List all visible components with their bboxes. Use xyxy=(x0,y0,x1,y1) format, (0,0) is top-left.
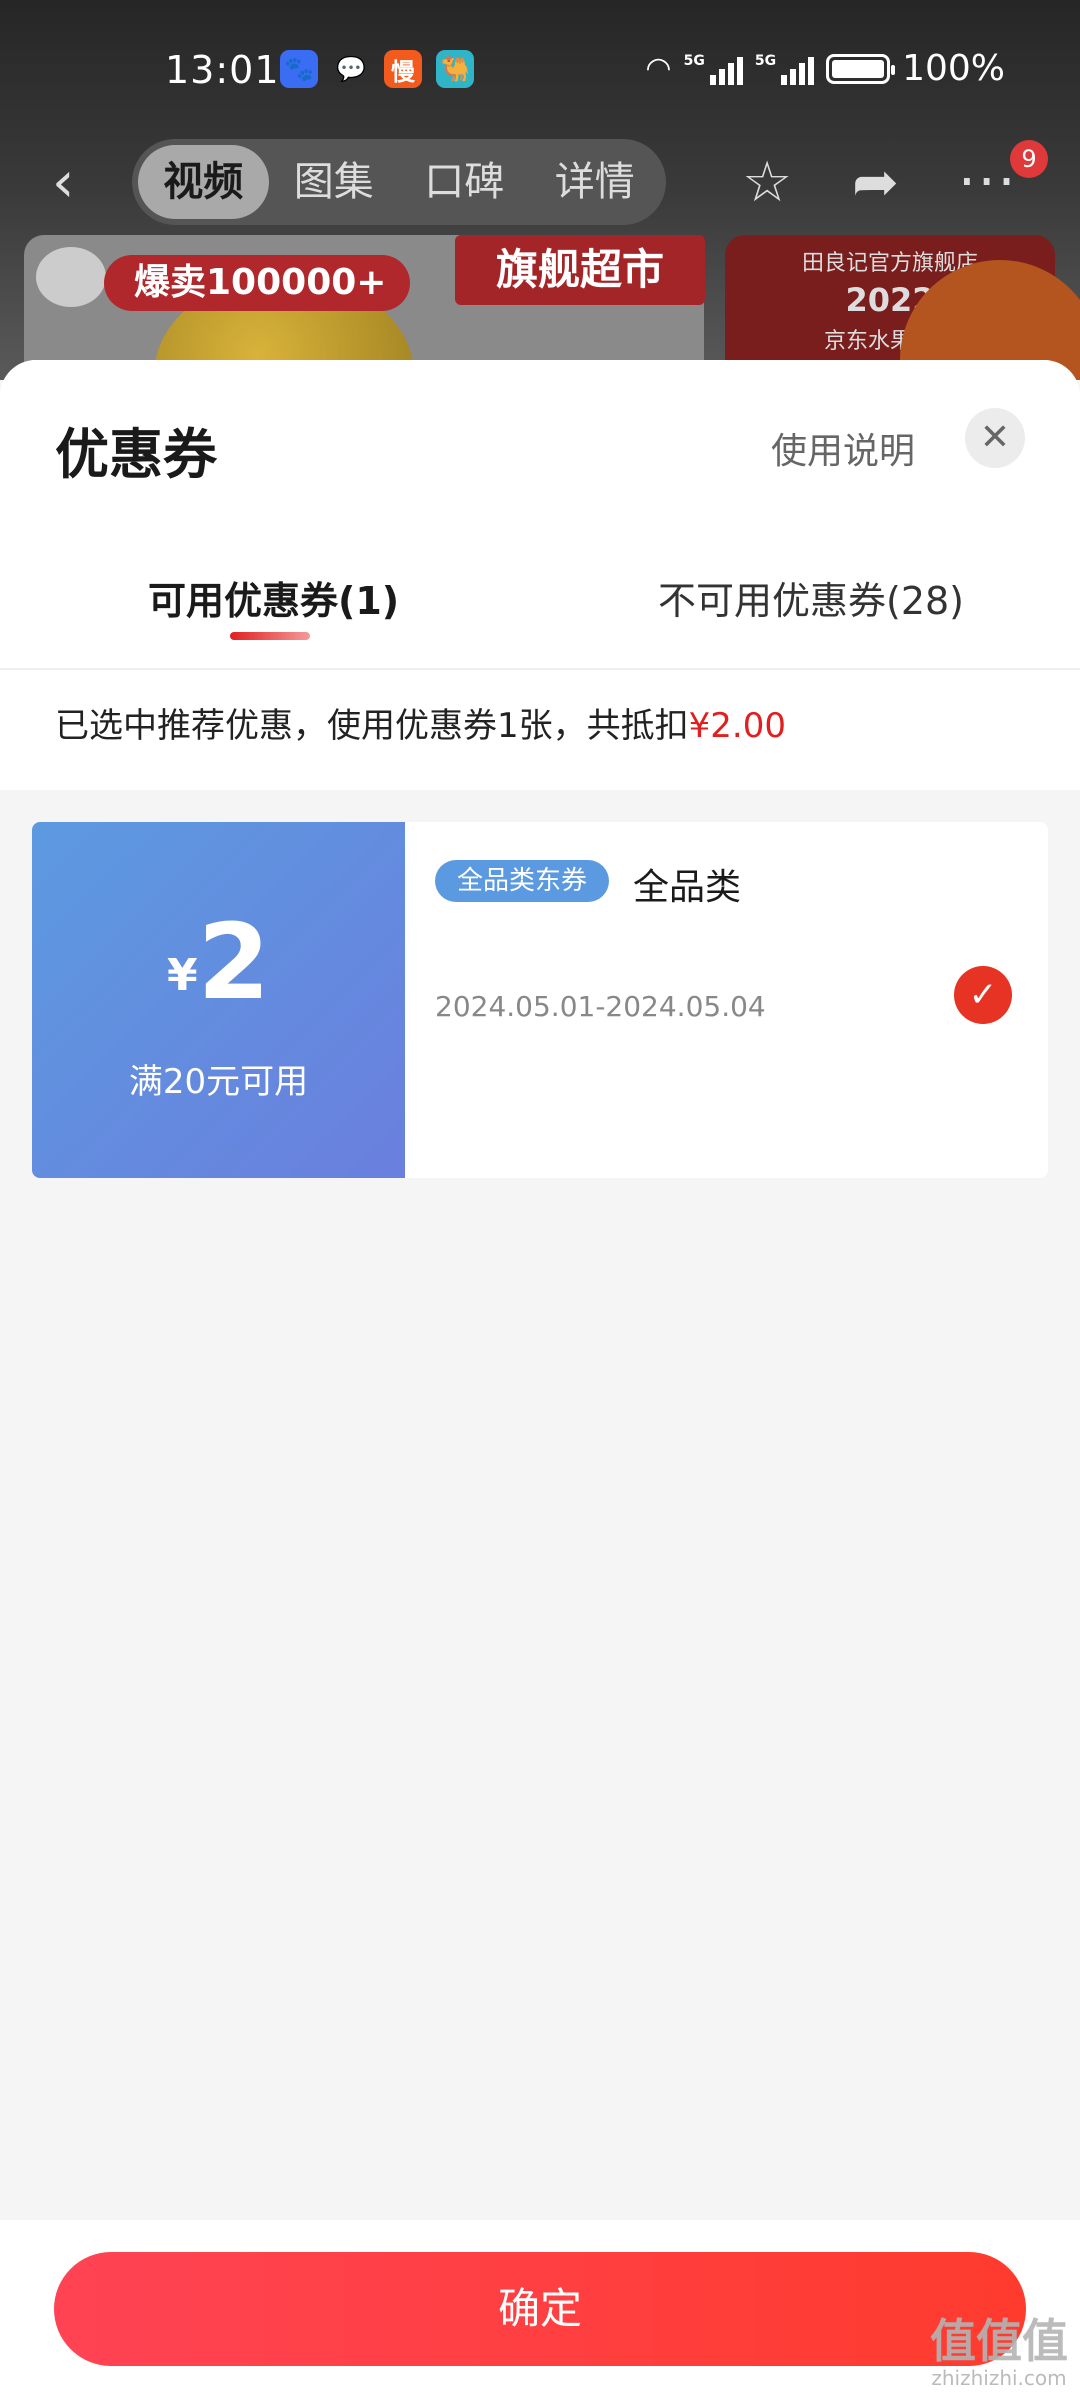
usage-instructions-link[interactable]: 使用说明 xyxy=(771,422,915,474)
coupon-value-panel: ¥2 满20元可用 xyxy=(32,822,405,1178)
status-time: 13:01 xyxy=(165,48,280,92)
selection-summary: 已选中推荐优惠，使用优惠券1张，共抵扣¥2.00 xyxy=(0,670,1080,790)
confirm-button[interactable]: 确定 xyxy=(54,2252,1026,2366)
app-camel-icon: 🐫 xyxy=(436,50,474,88)
signal-2-icon: 5G xyxy=(755,53,815,85)
star-favorite-icon[interactable]: ☆ xyxy=(742,153,792,213)
close-icon[interactable]: ✕ xyxy=(965,408,1025,468)
battery-icon xyxy=(826,53,896,84)
selected-check-icon[interactable]: ✓ xyxy=(954,966,1012,1024)
tab-reviews[interactable]: 口碑 xyxy=(399,145,530,219)
tab-details[interactable]: 详情 xyxy=(530,145,661,219)
sold-count-tag: 爆卖100000+ xyxy=(104,255,411,311)
tab-video[interactable]: 视频 xyxy=(138,145,269,219)
coupon-info-panel: 全品类东券 全品类 2024.05.01-2024.05.04 ✓ xyxy=(405,822,1048,1178)
jd-dog-logo xyxy=(36,247,106,307)
media-tabs: 视频 图集 口碑 详情 xyxy=(132,139,666,225)
wifi-icon: ◠ xyxy=(645,51,672,86)
coupon-amount-row: ¥2 xyxy=(32,910,405,1014)
status-bar: 13:01 🐾 💬 慢 🐫 ◠ 5G 5G 100% xyxy=(0,40,1080,100)
watermark-logo: 值值值 xyxy=(930,2314,1068,2368)
coupon-currency: ¥ xyxy=(167,950,198,1001)
sheet-footer: 确定 值值值 zhizhizhi.com xyxy=(0,2220,1080,2400)
status-app-icons: 🐾 💬 慢 🐫 xyxy=(280,50,474,88)
coupon-amount: 2 xyxy=(197,901,270,1023)
share-icon[interactable]: ➦ xyxy=(852,153,899,213)
sheet-title: 优惠券 xyxy=(55,423,217,486)
product-navbar: ‹ 视频 图集 口碑 详情 ☆ ➦ ··· 9 xyxy=(0,135,1080,230)
coupon-validity: 2024.05.01-2024.05.04 xyxy=(435,990,766,1023)
status-right: ◠ 5G 5G 100% xyxy=(645,48,1005,89)
tab-unavailable-coupons[interactable]: 不可用优惠券(28) xyxy=(658,570,964,625)
coupon-condition: 满20元可用 xyxy=(128,1062,309,1102)
tab-available-coupons[interactable]: 可用优惠券(1) xyxy=(148,570,399,625)
coupon-name: 全品类 xyxy=(633,867,742,908)
sheet-header: 优惠券 使用说明 ✕ 可用优惠券(1) 不可用优惠券(28) xyxy=(0,360,1080,670)
summary-text: 已选中推荐优惠，使用优惠券1张，共抵扣 xyxy=(55,706,689,746)
coupon-sheet: 优惠券 使用说明 ✕ 可用优惠券(1) 不可用优惠券(28) 已选中推荐优惠，使… xyxy=(0,360,1080,2400)
watermark: 值值值 zhizhizhi.com xyxy=(930,2316,1068,2390)
active-tab-indicator xyxy=(230,632,310,640)
coupon-type-tag: 全品类东券 xyxy=(435,860,610,902)
message-badge: 9 xyxy=(1010,140,1048,178)
baidu-paw-icon: 🐾 xyxy=(280,50,318,88)
wechat-icon: 💬 xyxy=(336,55,366,83)
tab-gallery[interactable]: 图集 xyxy=(269,145,400,219)
summary-amount: ¥2.00 xyxy=(688,706,786,746)
coupon-card[interactable]: ¥2 满20元可用 全品类东券 全品类 2024.05.01-2024.05.0… xyxy=(32,822,1048,1178)
back-arrow-icon[interactable]: ‹ xyxy=(52,155,102,215)
watermark-url: zhizhizhi.com xyxy=(931,2366,1067,2390)
product-page-background: 13:01 🐾 💬 慢 🐫 ◠ 5G 5G 100% ‹ 视频 图集 口碑 详情… xyxy=(0,0,1080,380)
battery-percent: 100% xyxy=(902,48,1005,89)
app-man-icon: 慢 xyxy=(384,50,422,88)
more-icon[interactable]: ··· xyxy=(958,153,1017,213)
store-tag-banner: 旗舰超市 xyxy=(455,235,705,305)
signal-1-icon: 5G xyxy=(684,53,743,85)
